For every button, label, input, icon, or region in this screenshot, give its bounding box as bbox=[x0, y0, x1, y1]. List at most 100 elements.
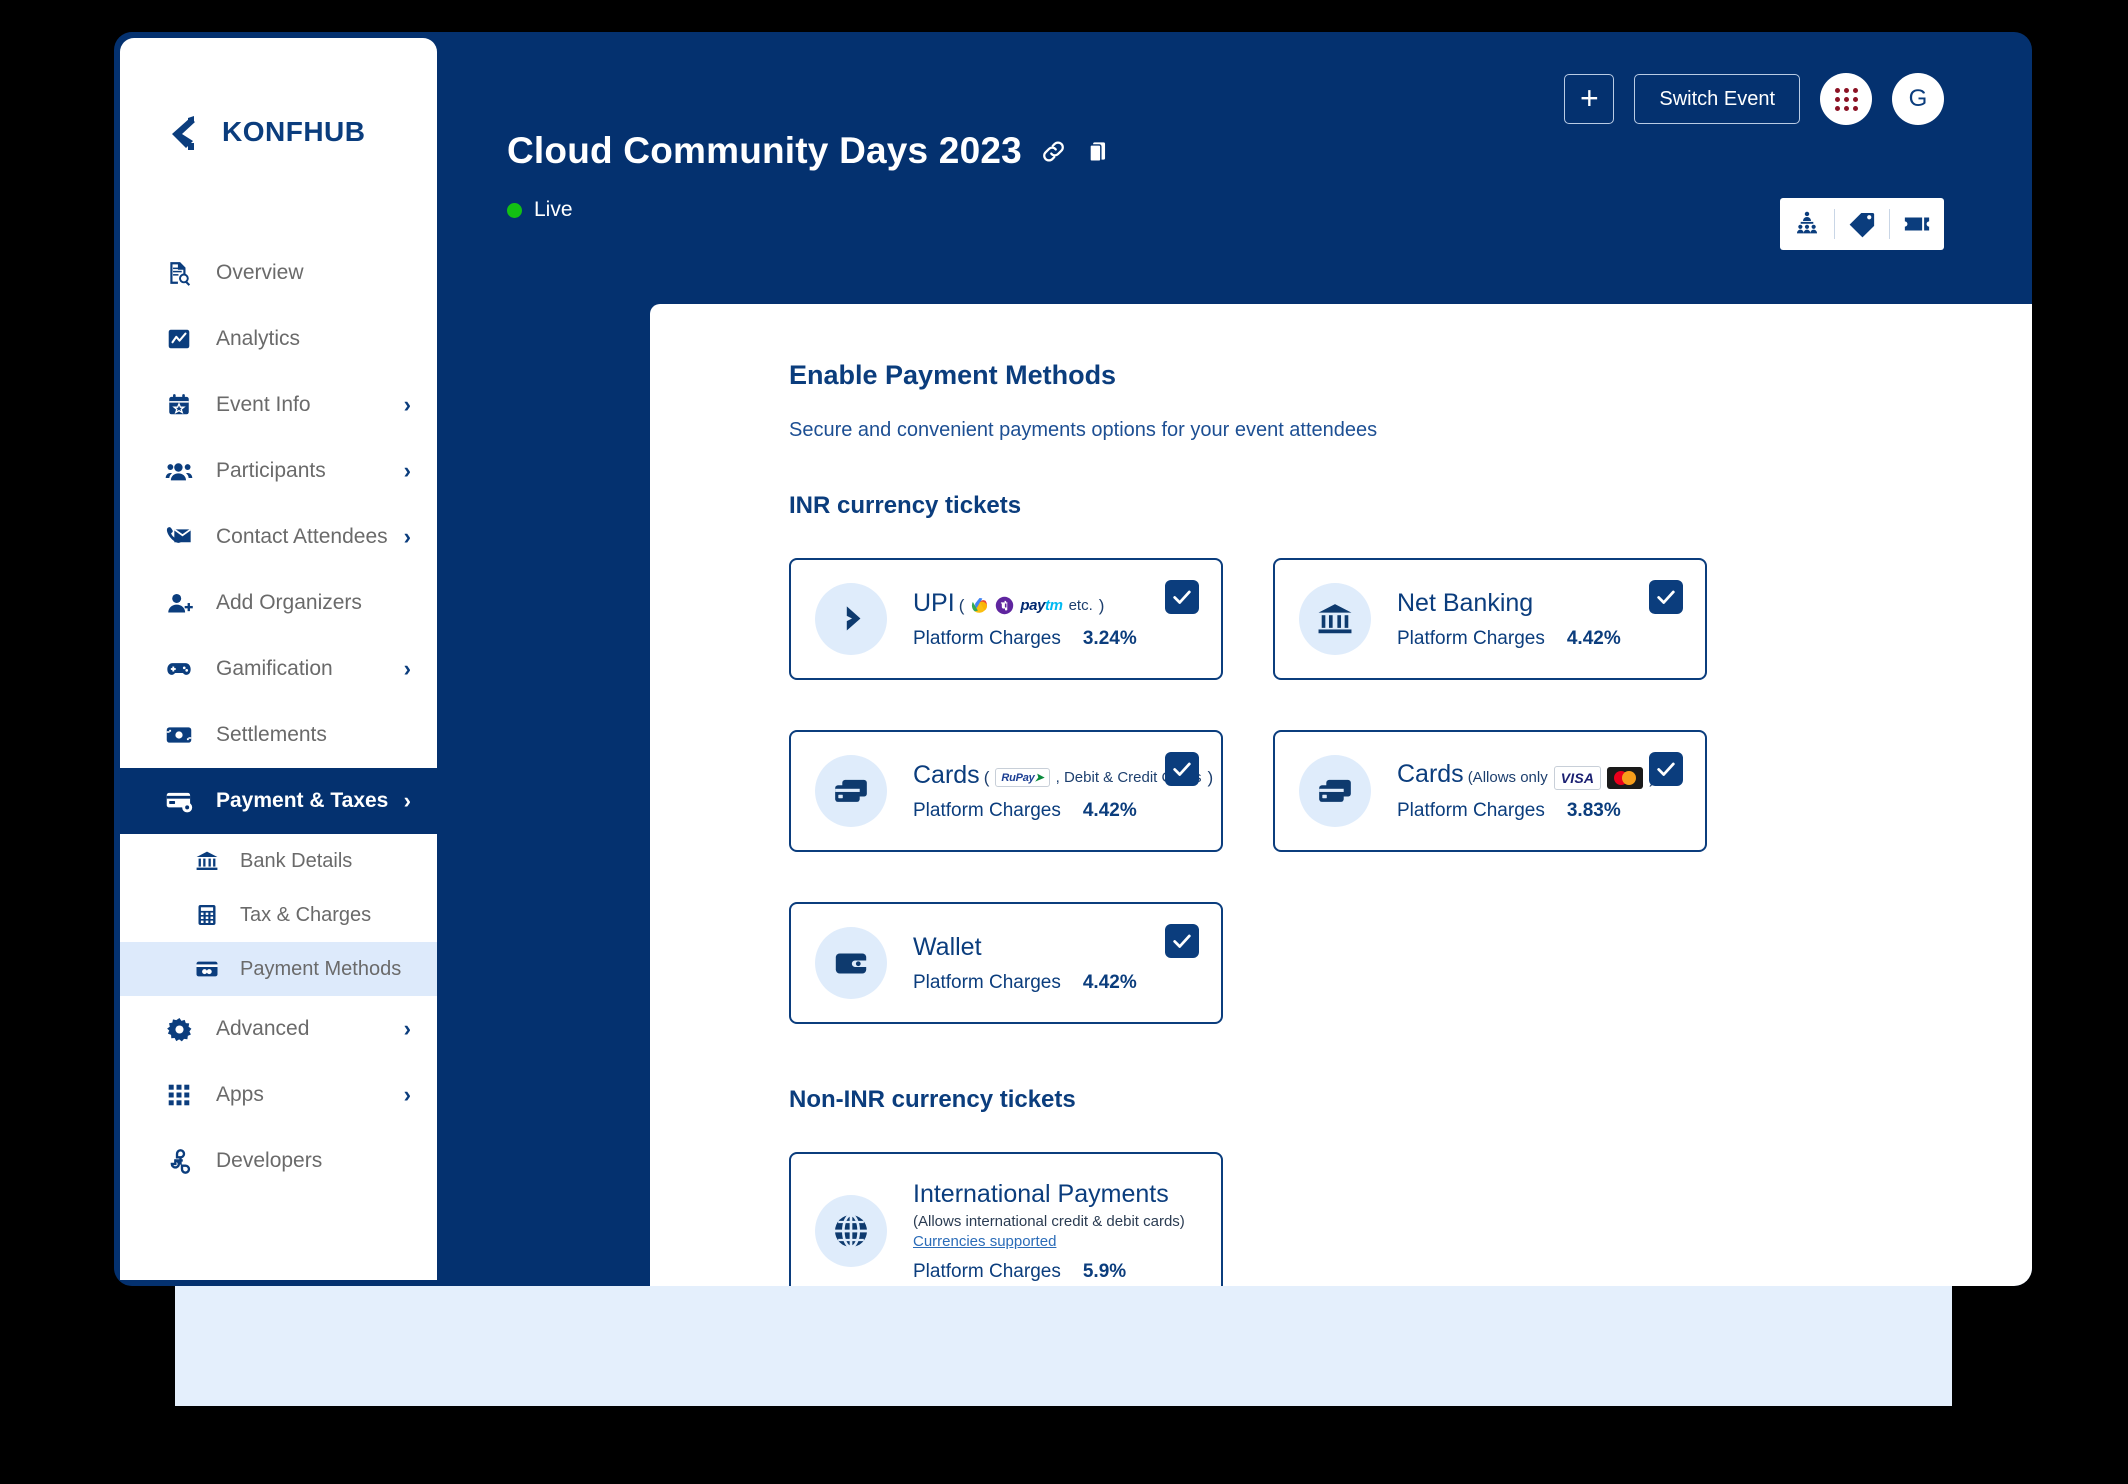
inr-payment-cards: UPI (pay tm etc.) Platform Charges 3.2… bbox=[789, 558, 1799, 1024]
topbar: + Switch Event G Cloud Community Days 20… bbox=[437, 38, 2026, 300]
event-title-row: Cloud Community Days 2023 bbox=[507, 130, 1111, 172]
sidebar-item-label: Advanced bbox=[216, 1017, 310, 1040]
app-window: KONFHUB Overview Analytics Event Info › … bbox=[114, 32, 2032, 1286]
avatar[interactable]: G bbox=[1892, 73, 1944, 125]
sidebar-item-label: Overview bbox=[216, 261, 304, 284]
auditorium-icon[interactable] bbox=[1780, 198, 1834, 250]
sidebar-item-label: Developers bbox=[216, 1149, 323, 1172]
payment-card-upi[interactable]: UPI (pay tm etc.) Platform Charges 3.2… bbox=[789, 558, 1223, 680]
apps-launcher-button[interactable] bbox=[1820, 73, 1872, 125]
add-button[interactable]: + bbox=[1564, 74, 1615, 124]
visa-logo: VISA bbox=[1553, 765, 1602, 790]
switch-event-button[interactable]: Switch Event bbox=[1634, 74, 1800, 124]
phonepe-logo bbox=[995, 596, 1014, 615]
bank-icon bbox=[1299, 583, 1371, 655]
payment-card-title: Net Banking bbox=[1397, 588, 1534, 617]
section-heading-inr: INR currency tickets bbox=[789, 492, 1022, 519]
sidebar-scroll-area[interactable]: KONFHUB Overview Analytics Event Info › … bbox=[120, 38, 437, 1280]
currencies-supported-link[interactable]: Currencies supported bbox=[913, 1233, 1056, 1250]
card-gear-icon bbox=[164, 786, 194, 816]
payment-card-checkbox[interactable] bbox=[1165, 580, 1199, 614]
chevron-right-icon: › bbox=[403, 1016, 411, 1041]
link-icon[interactable] bbox=[1040, 138, 1067, 165]
sidebar-item-apps[interactable]: Apps › bbox=[120, 1062, 437, 1128]
payment-card-title: Wallet bbox=[913, 932, 982, 961]
developers-icon bbox=[164, 1146, 194, 1176]
paytm-logo: pay tm bbox=[1020, 597, 1063, 614]
payment-card-title: Cards bbox=[1397, 760, 1464, 789]
sidebar-subitem-tax-charges[interactable]: Tax & Charges bbox=[120, 888, 437, 942]
payment-card-checkbox[interactable] bbox=[1165, 924, 1199, 958]
payment-card-cards-visa-mastercard[interactable]: Cards (Allows only VISA ) Platform Charg… bbox=[1273, 730, 1707, 852]
page-lower-band bbox=[175, 1286, 1952, 1406]
sidebar-item-payment-taxes[interactable]: Payment & Taxes › bbox=[120, 768, 437, 834]
sidebar-item-label: Contact Attendees bbox=[216, 525, 388, 548]
payment-card-checkbox[interactable] bbox=[1649, 752, 1683, 786]
sidebar-subitem-payment-methods[interactable]: Payment Methods bbox=[120, 942, 437, 996]
chevron-right-icon: › bbox=[403, 1082, 411, 1107]
person-add-icon bbox=[164, 588, 194, 618]
cards-icon bbox=[815, 755, 887, 827]
payment-card-meta: (Allows only VISA ) bbox=[1467, 765, 1655, 790]
chevron-right-icon: › bbox=[403, 656, 411, 681]
payment-card-checkbox[interactable] bbox=[1165, 752, 1199, 786]
status-label: Live bbox=[534, 198, 573, 221]
grid-dots-icon bbox=[1834, 87, 1858, 111]
sidebar-item-settlements[interactable]: Settlements bbox=[120, 702, 437, 768]
payment-card-subtitle: (Allows international credit & debit car… bbox=[913, 1212, 1185, 1230]
payment-card-international-payments[interactable]: International Payments (Allows internati… bbox=[789, 1152, 1223, 1286]
platform-charges-label: Platform Charges bbox=[913, 1260, 1061, 1282]
document-search-icon bbox=[164, 258, 194, 288]
upi-icon bbox=[815, 583, 887, 655]
platform-charges-value: 4.42% bbox=[1082, 799, 1137, 821]
payment-card-title: Cards bbox=[913, 760, 980, 789]
people-icon bbox=[164, 456, 194, 486]
sidebar-item-label: Gamification bbox=[216, 657, 333, 680]
platform-charges-value: 5.9% bbox=[1082, 1260, 1127, 1282]
gear-icon bbox=[164, 1014, 194, 1044]
sidebar-item-analytics[interactable]: Analytics bbox=[120, 306, 437, 372]
banknote-icon bbox=[164, 720, 194, 750]
sidebar-item-add-organizers[interactable]: Add Organizers bbox=[120, 570, 437, 636]
ticket-icon[interactable] bbox=[1890, 198, 1944, 250]
payment-card-cards-rupay[interactable]: Cards ( RuPay ➤ , Debit & Credit Cards ) … bbox=[789, 730, 1223, 852]
mail-phone-icon bbox=[164, 522, 194, 552]
sidebar-item-gamification[interactable]: Gamification › bbox=[120, 636, 437, 702]
chevron-right-icon: › bbox=[403, 392, 411, 417]
sidebar-item-developers[interactable]: Developers bbox=[120, 1128, 437, 1194]
sidebar-item-event-info[interactable]: Event Info › bbox=[120, 372, 437, 438]
sidebar-item-label: Payment & Taxes bbox=[216, 789, 389, 812]
platform-charges-value: 4.42% bbox=[1082, 971, 1137, 993]
sidebar-item-contact-attendees[interactable]: Contact Attendees › bbox=[120, 504, 437, 570]
platform-charges-label: Platform Charges bbox=[913, 971, 1061, 993]
payment-card-checkbox[interactable] bbox=[1649, 580, 1683, 614]
bank-icon bbox=[194, 848, 220, 874]
paren-close: ) bbox=[1207, 767, 1214, 787]
payment-card-net-banking[interactable]: Net Banking Platform Charges 4.42% bbox=[1273, 558, 1707, 680]
mastercard-logo bbox=[1607, 766, 1644, 789]
payment-card-wallet[interactable]: Wallet Platform Charges 4.42% bbox=[789, 902, 1223, 1024]
sidebar-item-advanced[interactable]: Advanced › bbox=[120, 996, 437, 1062]
sidebar-item-label: Settlements bbox=[216, 723, 327, 746]
payment-card-note: etc. bbox=[1068, 597, 1093, 614]
paren-open: ( bbox=[983, 767, 990, 787]
section-heading-non-inr: Non-INR currency tickets bbox=[789, 1086, 1076, 1113]
paren-close: ) bbox=[1098, 595, 1105, 615]
platform-charges-label: Platform Charges bbox=[1397, 627, 1545, 649]
payment-card-prefix-note: (Allows only bbox=[1467, 769, 1548, 787]
sidebar-item-overview[interactable]: Overview bbox=[120, 240, 437, 306]
paren-open: ( bbox=[958, 595, 965, 615]
platform-charges-label: Platform Charges bbox=[913, 799, 1061, 821]
gpay-logo bbox=[970, 596, 989, 615]
platform-charges-value: 4.42% bbox=[1566, 627, 1621, 649]
sidebar-item-label: Add Organizers bbox=[216, 591, 362, 614]
content-panel: Enable Payment Methods Secure and conven… bbox=[650, 304, 2032, 1286]
sidebar-item-participants[interactable]: Participants › bbox=[120, 438, 437, 504]
sidebar-subitem-bank-details[interactable]: Bank Details bbox=[120, 834, 437, 888]
chart-icon bbox=[164, 324, 194, 354]
sidebar-subitem-label: Tax & Charges bbox=[240, 903, 372, 926]
copy-icon[interactable] bbox=[1085, 138, 1111, 164]
brand-logo[interactable]: KONFHUB bbox=[120, 38, 437, 154]
payment-card-meta: (pay tm etc.) bbox=[959, 596, 1105, 616]
tag-icon[interactable] bbox=[1835, 198, 1889, 250]
